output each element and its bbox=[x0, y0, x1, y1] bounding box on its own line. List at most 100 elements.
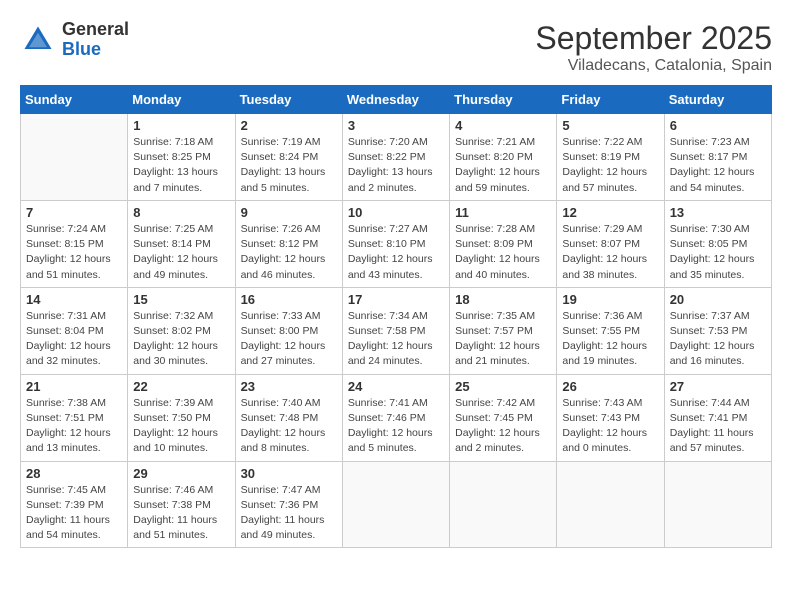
calendar-table: SundayMondayTuesdayWednesdayThursdayFrid… bbox=[20, 85, 772, 548]
day-number: 24 bbox=[348, 379, 444, 394]
day-header-sunday: Sunday bbox=[21, 86, 128, 114]
day-number: 21 bbox=[26, 379, 122, 394]
day-info: Sunrise: 7:36 AMSunset: 7:55 PMDaylight:… bbox=[562, 309, 658, 370]
day-info: Sunrise: 7:35 AMSunset: 7:57 PMDaylight:… bbox=[455, 309, 551, 370]
day-number: 23 bbox=[241, 379, 337, 394]
calendar-cell: 14 Sunrise: 7:31 AMSunset: 8:04 PMDayligh… bbox=[21, 287, 128, 374]
day-number: 20 bbox=[670, 292, 766, 307]
day-header-tuesday: Tuesday bbox=[235, 86, 342, 114]
calendar-week-row: 1 Sunrise: 7:18 AMSunset: 8:25 PMDaylight… bbox=[21, 114, 772, 201]
calendar-cell: 23 Sunrise: 7:40 AMSunset: 7:48 PMDayligh… bbox=[235, 374, 342, 461]
calendar-cell: 10 Sunrise: 7:27 AMSunset: 8:10 PMDayligh… bbox=[342, 200, 449, 287]
day-info: Sunrise: 7:38 AMSunset: 7:51 PMDaylight:… bbox=[26, 396, 122, 457]
day-header-saturday: Saturday bbox=[664, 86, 771, 114]
day-number: 13 bbox=[670, 205, 766, 220]
day-info: Sunrise: 7:30 AMSunset: 8:05 PMDaylight:… bbox=[670, 222, 766, 283]
day-number: 8 bbox=[133, 205, 229, 220]
day-number: 5 bbox=[562, 118, 658, 133]
calendar-cell: 30 Sunrise: 7:47 AMSunset: 7:36 PMDayligh… bbox=[235, 461, 342, 548]
calendar-cell: 13 Sunrise: 7:30 AMSunset: 8:05 PMDayligh… bbox=[664, 200, 771, 287]
calendar-cell: 22 Sunrise: 7:39 AMSunset: 7:50 PMDayligh… bbox=[128, 374, 235, 461]
calendar-cell: 20 Sunrise: 7:37 AMSunset: 7:53 PMDayligh… bbox=[664, 287, 771, 374]
day-number: 6 bbox=[670, 118, 766, 133]
calendar-cell: 16 Sunrise: 7:33 AMSunset: 8:00 PMDayligh… bbox=[235, 287, 342, 374]
logo-icon bbox=[20, 22, 56, 58]
day-info: Sunrise: 7:44 AMSunset: 7:41 PMDaylight:… bbox=[670, 396, 766, 457]
day-number: 9 bbox=[241, 205, 337, 220]
day-number: 15 bbox=[133, 292, 229, 307]
calendar-week-row: 7 Sunrise: 7:24 AMSunset: 8:15 PMDaylight… bbox=[21, 200, 772, 287]
calendar-week-row: 14 Sunrise: 7:31 AMSunset: 8:04 PMDayligh… bbox=[21, 287, 772, 374]
day-info: Sunrise: 7:18 AMSunset: 8:25 PMDaylight:… bbox=[133, 135, 229, 196]
day-number: 29 bbox=[133, 466, 229, 481]
logo: General Blue bbox=[20, 20, 129, 60]
day-info: Sunrise: 7:46 AMSunset: 7:38 PMDaylight:… bbox=[133, 483, 229, 544]
calendar-cell: 1 Sunrise: 7:18 AMSunset: 8:25 PMDaylight… bbox=[128, 114, 235, 201]
day-info: Sunrise: 7:19 AMSunset: 8:24 PMDaylight:… bbox=[241, 135, 337, 196]
month-title: September 2025 bbox=[535, 20, 772, 57]
logo-blue: Blue bbox=[62, 40, 129, 60]
calendar-cell: 12Sunrise: 7:29 AMSunset: 8:07 PMDayligh… bbox=[557, 200, 664, 287]
day-number: 10 bbox=[348, 205, 444, 220]
calendar-cell: 6 Sunrise: 7:23 AMSunset: 8:17 PMDaylight… bbox=[664, 114, 771, 201]
day-info: Sunrise: 7:33 AMSunset: 8:00 PMDaylight:… bbox=[241, 309, 337, 370]
calendar-cell: 8Sunrise: 7:25 AMSunset: 8:14 PMDaylight… bbox=[128, 200, 235, 287]
day-number: 18 bbox=[455, 292, 551, 307]
day-info: Sunrise: 7:39 AMSunset: 7:50 PMDaylight:… bbox=[133, 396, 229, 457]
calendar-cell: 15 Sunrise: 7:32 AMSunset: 8:02 PMDayligh… bbox=[128, 287, 235, 374]
day-number: 2 bbox=[241, 118, 337, 133]
day-info: Sunrise: 7:23 AMSunset: 8:17 PMDaylight:… bbox=[670, 135, 766, 196]
calendar-week-row: 21 Sunrise: 7:38 AMSunset: 7:51 PMDayligh… bbox=[21, 374, 772, 461]
calendar-cell: 28 Sunrise: 7:45 AMSunset: 7:39 PMDayligh… bbox=[21, 461, 128, 548]
calendar-cell: 17 Sunrise: 7:34 AMSunset: 7:58 PMDayligh… bbox=[342, 287, 449, 374]
day-info: Sunrise: 7:32 AMSunset: 8:02 PMDaylight:… bbox=[133, 309, 229, 370]
day-info: Sunrise: 7:24 AMSunset: 8:15 PMDaylight:… bbox=[26, 222, 122, 283]
day-header-monday: Monday bbox=[128, 86, 235, 114]
day-number: 30 bbox=[241, 466, 337, 481]
calendar-header-row: SundayMondayTuesdayWednesdayThursdayFrid… bbox=[21, 86, 772, 114]
day-header-friday: Friday bbox=[557, 86, 664, 114]
calendar-cell: 7 Sunrise: 7:24 AMSunset: 8:15 PMDaylight… bbox=[21, 200, 128, 287]
day-number: 7 bbox=[26, 205, 122, 220]
location-title: Viladecans, Catalonia, Spain bbox=[535, 57, 772, 75]
calendar-cell bbox=[664, 461, 771, 548]
day-number: 14 bbox=[26, 292, 122, 307]
calendar-week-row: 28 Sunrise: 7:45 AMSunset: 7:39 PMDayligh… bbox=[21, 461, 772, 548]
calendar-cell: 2 Sunrise: 7:19 AMSunset: 8:24 PMDaylight… bbox=[235, 114, 342, 201]
calendar-cell bbox=[21, 114, 128, 201]
day-info: Sunrise: 7:29 AMSunset: 8:07 PMDaylight:… bbox=[562, 222, 658, 283]
calendar-cell: 5 Sunrise: 7:22 AMSunset: 8:19 PMDaylight… bbox=[557, 114, 664, 201]
day-info: Sunrise: 7:40 AMSunset: 7:48 PMDaylight:… bbox=[241, 396, 337, 457]
day-number: 4 bbox=[455, 118, 551, 133]
day-number: 17 bbox=[348, 292, 444, 307]
logo-general: General bbox=[62, 20, 129, 40]
day-number: 25 bbox=[455, 379, 551, 394]
calendar-cell: 25Sunrise: 7:42 AMSunset: 7:45 PMDayligh… bbox=[450, 374, 557, 461]
day-info: Sunrise: 7:27 AMSunset: 8:10 PMDaylight:… bbox=[348, 222, 444, 283]
day-number: 19 bbox=[562, 292, 658, 307]
day-info: Sunrise: 7:21 AMSunset: 8:20 PMDaylight:… bbox=[455, 135, 551, 196]
day-number: 3 bbox=[348, 118, 444, 133]
day-number: 11 bbox=[455, 205, 551, 220]
day-info: Sunrise: 7:28 AMSunset: 8:09 PMDaylight:… bbox=[455, 222, 551, 283]
day-info: Sunrise: 7:31 AMSunset: 8:04 PMDaylight:… bbox=[26, 309, 122, 370]
logo-text: General Blue bbox=[62, 20, 129, 60]
day-info: Sunrise: 7:37 AMSunset: 7:53 PMDaylight:… bbox=[670, 309, 766, 370]
calendar-cell: 19 Sunrise: 7:36 AMSunset: 7:55 PMDayligh… bbox=[557, 287, 664, 374]
day-info: Sunrise: 7:22 AMSunset: 8:19 PMDaylight:… bbox=[562, 135, 658, 196]
day-number: 22 bbox=[133, 379, 229, 394]
calendar-cell bbox=[450, 461, 557, 548]
day-info: Sunrise: 7:34 AMSunset: 7:58 PMDaylight:… bbox=[348, 309, 444, 370]
title-block: September 2025 Viladecans, Catalonia, Sp… bbox=[535, 20, 772, 75]
day-number: 28 bbox=[26, 466, 122, 481]
day-info: Sunrise: 7:47 AMSunset: 7:36 PMDaylight:… bbox=[241, 483, 337, 544]
calendar-cell: 9 Sunrise: 7:26 AMSunset: 8:12 PMDaylight… bbox=[235, 200, 342, 287]
day-info: Sunrise: 7:26 AMSunset: 8:12 PMDaylight:… bbox=[241, 222, 337, 283]
day-number: 16 bbox=[241, 292, 337, 307]
day-info: Sunrise: 7:45 AMSunset: 7:39 PMDaylight:… bbox=[26, 483, 122, 544]
calendar-cell: 27Sunrise: 7:44 AMSunset: 7:41 PMDayligh… bbox=[664, 374, 771, 461]
calendar-cell: 3 Sunrise: 7:20 AMSunset: 8:22 PMDaylight… bbox=[342, 114, 449, 201]
day-info: Sunrise: 7:20 AMSunset: 8:22 PMDaylight:… bbox=[348, 135, 444, 196]
calendar-cell: 11 Sunrise: 7:28 AMSunset: 8:09 PMDayligh… bbox=[450, 200, 557, 287]
day-number: 1 bbox=[133, 118, 229, 133]
